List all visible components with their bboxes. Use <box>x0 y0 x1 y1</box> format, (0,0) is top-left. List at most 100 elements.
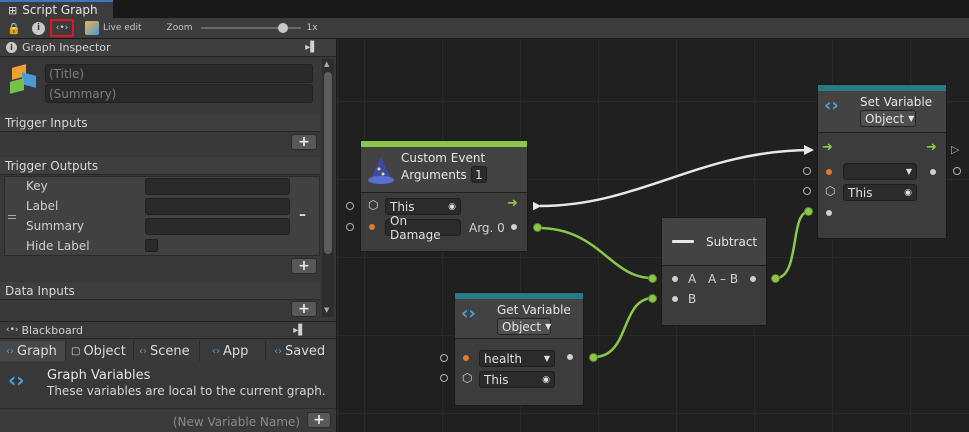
key-input[interactable] <box>145 178 290 195</box>
zoom-label: Zoom <box>166 23 193 33</box>
dock-icon[interactable]: ▸▌ <box>305 42 318 53</box>
set-value-output-port[interactable] <box>953 167 961 175</box>
variables-toggle-icon[interactable]: ‹•› <box>50 19 74 37</box>
custom-event-title: Custom Event <box>401 151 486 165</box>
wizard-hat-icon <box>367 155 395 185</box>
set-output-dot <box>930 169 936 175</box>
graph-title-input[interactable]: (Title) <box>45 64 313 83</box>
dock-icon[interactable]: ▸▌ <box>293 325 306 336</box>
minus-icon <box>672 240 694 243</box>
add-data-input-button[interactable]: + <box>291 301 317 317</box>
set-name-input-port[interactable] <box>803 167 811 175</box>
set-flow-output-port[interactable]: ▷ <box>951 143 959 156</box>
new-variable-bar: (New Variable Name) + <box>0 408 336 432</box>
zoom-slider-thumb[interactable] <box>277 23 288 33</box>
set-target-input-port[interactable] <box>803 187 811 195</box>
object-icon: ⬡ <box>368 198 379 212</box>
blackboard-tabs: ‹› Graph ▢ Object ‹› Scene ‹› App ‹› Saved <box>0 341 336 361</box>
flow-output-port[interactable]: ▶ <box>533 199 541 212</box>
variable-icon: ‹› <box>824 95 839 116</box>
tab-scene[interactable]: ‹› Scene <box>134 341 200 361</box>
subtract-output-port[interactable] <box>771 274 780 283</box>
remove-trigger-output-button[interactable]: – <box>299 207 306 223</box>
live-edit-label[interactable]: Live edit <box>103 23 142 33</box>
inspector-scrollbar[interactable]: ▲ ▼ <box>322 59 334 317</box>
set-variable-kind-dropdown[interactable]: Object ▼ <box>860 110 916 127</box>
label-input[interactable] <box>145 198 290 215</box>
hide-label-checkbox[interactable] <box>145 239 158 252</box>
drag-handle-icon[interactable] <box>8 215 16 219</box>
scroll-thumb[interactable] <box>324 72 332 254</box>
subtract-b-input-port[interactable] <box>648 294 657 303</box>
graph-variables-icon: ‹› <box>6 345 14 357</box>
summary-input[interactable] <box>145 218 290 235</box>
graph-inspector-title: Graph Inspector <box>22 41 111 54</box>
window-tab-bar: ⊞ Script Graph <box>0 0 969 18</box>
graph-variables-description: These variables are local to the current… <box>47 384 326 398</box>
lock-icon[interactable]: 🔒 <box>6 20 22 36</box>
subtract-node[interactable]: Subtract A A – B B <box>661 217 767 326</box>
get-variable-title: Get Variable <box>497 303 571 317</box>
b-label: B <box>688 292 697 306</box>
set-variable-title: Set Variable <box>860 95 933 109</box>
arg0-output-port[interactable] <box>533 223 542 232</box>
arg0-port[interactable] <box>511 224 517 230</box>
graph-variables-heading: Graph Variables <box>47 368 151 383</box>
target-input-port[interactable] <box>346 202 354 210</box>
graph-summary-input[interactable]: (Summary) <box>45 84 313 103</box>
set-variable-target-field[interactable]: This ◉ <box>843 184 917 201</box>
tab-saved[interactable]: ‹› Saved <box>266 341 336 361</box>
add-variable-button[interactable]: + <box>307 412 331 428</box>
set-variable-name-dropdown[interactable]: ▼ <box>843 163 917 180</box>
set-variable-node[interactable]: ‹› Set Variable Object ▼ ➜ ➜ ▼ ⬡ This ◉ <box>817 84 947 239</box>
graph-inspector-header: i Graph Inspector ▸▌ <box>0 39 336 57</box>
add-trigger-output-button[interactable]: + <box>291 258 317 274</box>
custom-event-node[interactable]: Custom Event Arguments 1 ⬡ This ◉ ➜ On Da… <box>360 140 528 252</box>
subtract-title: Subtract <box>706 234 758 249</box>
blackboard-title: Blackboard <box>21 323 84 337</box>
tab-script-graph[interactable]: ⊞ Script Graph <box>0 0 113 18</box>
get-value-output-port[interactable] <box>589 353 598 362</box>
tab-title: Script Graph <box>22 3 98 17</box>
trigger-inputs-header[interactable]: Trigger Inputs <box>0 114 320 132</box>
event-name-field[interactable]: On Damage <box>385 214 461 242</box>
event-name-input-port[interactable] <box>346 223 354 231</box>
a-label: A <box>688 272 697 286</box>
value-output-port[interactable] <box>567 354 573 360</box>
get-name-input-port[interactable] <box>440 354 448 362</box>
get-variable-node[interactable]: ‹› Get Variable Object ▼ health ▼ ⬡ This ◉ <box>454 292 584 406</box>
object-icon: ⬡ <box>825 184 836 198</box>
arguments-label: Arguments <box>401 167 467 182</box>
new-variable-input[interactable]: (New Variable Name) <box>4 412 304 431</box>
app-icon: ‹› <box>212 345 220 357</box>
flow-out-arrow-icon: ➜ <box>926 140 937 155</box>
info-icon: i <box>6 42 17 53</box>
info-icon[interactable]: i <box>32 21 45 35</box>
subtract-a-input-port[interactable] <box>648 274 657 283</box>
tab-object[interactable]: ▢ Object <box>66 341 134 361</box>
a-input-port <box>672 276 678 282</box>
zoom-slider[interactable] <box>201 23 302 33</box>
data-inputs-header[interactable]: Data Inputs <box>0 282 320 300</box>
get-variable-target-field[interactable]: This ◉ <box>479 371 555 388</box>
flow-out-arrow-icon[interactable]: ➜ <box>507 196 518 211</box>
target-picker-icon[interactable]: ◉ <box>904 188 912 198</box>
trigger-outputs-header[interactable]: Trigger Outputs <box>0 157 320 175</box>
get-variable-kind-dropdown[interactable]: Object ▼ <box>497 318 551 335</box>
target-picker-icon[interactable]: ◉ <box>448 202 456 212</box>
set-value-input-port[interactable] <box>804 207 813 216</box>
target-picker-icon[interactable]: ◉ <box>542 375 550 385</box>
blackboard-header: ‹•› Blackboard ▸▌ <box>0 321 336 339</box>
arguments-count-input[interactable]: 1 <box>470 166 487 183</box>
add-trigger-input-button[interactable]: + <box>291 134 317 150</box>
tab-app[interactable]: ‹› App <box>200 341 266 361</box>
scroll-down-arrow[interactable]: ▼ <box>324 306 329 314</box>
get-target-input-port[interactable] <box>440 374 448 382</box>
event-target-field[interactable]: This ◉ <box>385 198 461 215</box>
tab-graph[interactable]: ‹› Graph <box>0 341 66 361</box>
trigger-output-item: Key Label Summary Hide Label – <box>4 176 320 256</box>
variables-icon: ‹•› <box>6 325 19 335</box>
variable-name-dropdown[interactable]: health ▼ <box>479 350 555 367</box>
hierarchy-icon: ⊞ <box>8 3 18 17</box>
scroll-up-arrow[interactable]: ▲ <box>324 60 329 68</box>
